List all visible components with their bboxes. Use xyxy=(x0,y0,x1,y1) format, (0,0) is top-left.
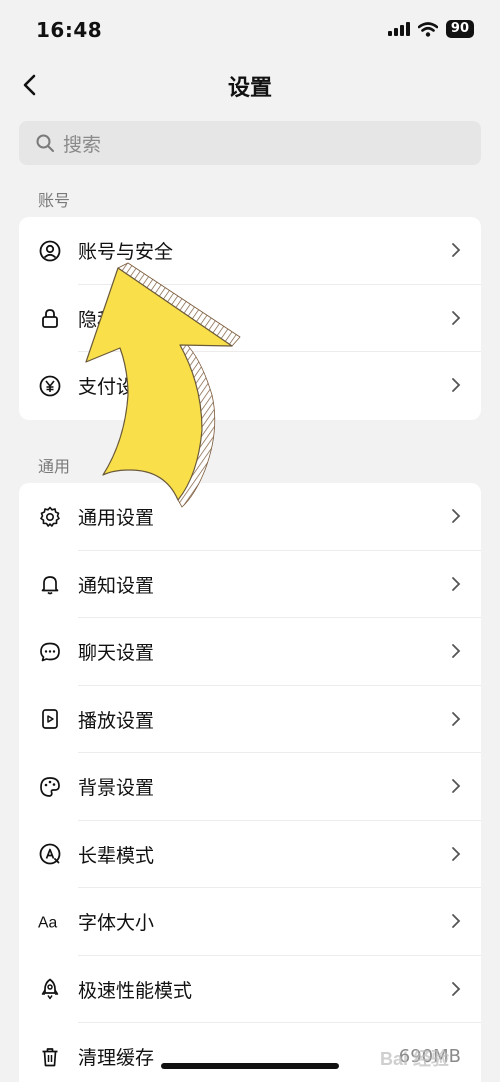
chevron-right-icon xyxy=(452,711,461,726)
battery-indicator: 90 xyxy=(445,20,474,38)
nav-bar: 设置 xyxy=(0,60,500,110)
gear-icon xyxy=(38,505,62,529)
chevron-right-icon xyxy=(452,378,461,392)
chevron-right-icon xyxy=(452,779,461,793)
elder-mode-icon xyxy=(38,842,62,866)
settings-item-elder-mode[interactable]: 长辈模式 xyxy=(19,821,481,888)
account-card: 账号与安全 隐私设置 支付设置 xyxy=(19,217,481,420)
user-circle-icon xyxy=(38,239,62,263)
chevron-right-icon xyxy=(452,914,461,928)
settings-item-label: 极速性能模式 xyxy=(78,979,193,1002)
settings-item-label: 支付设置 xyxy=(78,376,155,399)
section-label-general: 通用 xyxy=(38,457,71,476)
general-card: 通用设置 通知设置 聊天设置 播放设置 背景设置 长辈模式 Aa 字体大小 极速… xyxy=(19,483,481,1082)
page-title: 设置 xyxy=(227,76,272,101)
settings-item-notification[interactable]: 通知设置 xyxy=(19,551,481,618)
settings-item-account-security[interactable]: 账号与安全 xyxy=(19,217,481,285)
chevron-right-icon xyxy=(452,310,461,325)
rocket-icon xyxy=(38,977,62,1001)
settings-item-playback[interactable]: 播放设置 xyxy=(19,686,481,753)
chat-bubble-icon xyxy=(38,640,62,664)
chevron-right-icon xyxy=(452,981,461,996)
chevron-right-icon xyxy=(452,509,461,523)
settings-item-label: 隐私设置 xyxy=(78,308,155,331)
chevron-right-icon xyxy=(452,243,461,257)
settings-item-privacy[interactable]: 隐私设置 xyxy=(19,285,481,352)
bell-icon xyxy=(38,572,62,596)
settings-item-label: 账号与安全 xyxy=(78,241,174,264)
status-icons: 90 xyxy=(387,20,474,38)
baidu-watermark-logo: Bai 经验 xyxy=(380,1044,492,1074)
settings-item-performance-mode[interactable]: 极速性能模式 xyxy=(19,956,481,1023)
home-indicator xyxy=(161,1063,339,1069)
chevron-right-icon xyxy=(452,846,461,861)
settings-item-label: 清理缓存 xyxy=(78,1047,155,1070)
chevron-right-icon xyxy=(452,576,461,591)
settings-item-label: 播放设置 xyxy=(78,709,155,732)
section-label-account: 账号 xyxy=(38,191,71,210)
settings-item-label: 聊天设置 xyxy=(78,642,155,665)
settings-item-label: 长辈模式 xyxy=(78,844,155,867)
wifi-icon xyxy=(417,21,438,37)
search-icon xyxy=(36,134,54,152)
settings-item-label: 字体大小 xyxy=(78,912,155,935)
yuan-icon xyxy=(38,374,62,398)
cellular-signal-icon xyxy=(387,22,410,36)
play-icon xyxy=(38,707,62,731)
svg-text:Aa: Aa xyxy=(38,914,57,931)
trash-icon xyxy=(38,1045,62,1069)
search-placeholder: 搜索 xyxy=(63,133,102,156)
settings-item-label: 通知设置 xyxy=(78,574,155,597)
palette-icon xyxy=(38,775,62,799)
svg-text:Bai 经验: Bai 经验 xyxy=(380,1048,450,1069)
font-size-icon: Aa xyxy=(38,910,62,934)
settings-item-font-size[interactable]: Aa 字体大小 xyxy=(19,888,481,956)
status-bar: 16:48 90 xyxy=(0,0,500,60)
settings-item-general[interactable]: 通用设置 xyxy=(19,483,481,551)
status-time: 16:48 xyxy=(36,18,103,42)
settings-item-payment[interactable]: 支付设置 xyxy=(19,352,481,420)
settings-item-background[interactable]: 背景设置 xyxy=(19,753,481,821)
lock-icon xyxy=(38,306,62,330)
search-input[interactable]: 搜索 xyxy=(19,121,481,165)
chevron-right-icon xyxy=(452,644,461,658)
settings-item-label: 背景设置 xyxy=(78,777,155,800)
settings-item-chat[interactable]: 聊天设置 xyxy=(19,618,481,686)
settings-item-label: 通用设置 xyxy=(78,507,155,530)
